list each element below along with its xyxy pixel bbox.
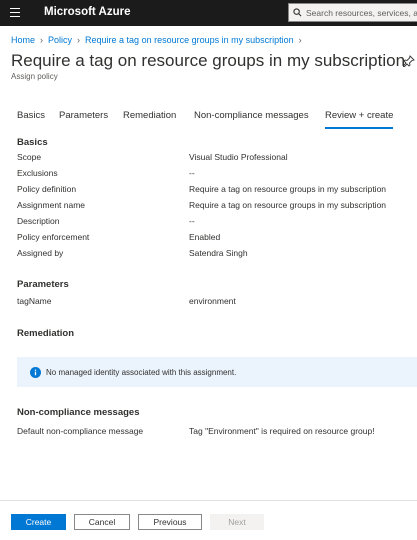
search-icon [293, 8, 302, 17]
tab-review-create[interactable]: Review + create [325, 110, 393, 121]
row-label-default-message: Default non-compliance message [17, 426, 144, 436]
top-bar: Microsoft Azure [0, 0, 417, 26]
row-value-assigned-by: Satendra Singh [189, 248, 248, 258]
row-value-default-message: Tag "Environment" is required on resourc… [189, 426, 375, 436]
row-label-tagname: tagName [17, 296, 52, 306]
section-title-remediation: Remediation [17, 328, 75, 339]
row-label-policy-enforcement: Policy enforcement [17, 232, 90, 242]
tab-basics[interactable]: Basics [17, 110, 45, 121]
row-label-assigned-by: Assigned by [17, 248, 64, 258]
search-input[interactable] [306, 7, 417, 18]
breadcrumb-home[interactable]: Home [11, 35, 35, 45]
brand-title[interactable]: Microsoft Azure [44, 6, 130, 18]
active-tab-indicator [325, 127, 393, 129]
info-icon [30, 366, 41, 378]
breadcrumb-policy-assignment[interactable]: Require a tag on resource groups in my s… [85, 35, 294, 45]
row-value-tagname: environment [189, 296, 236, 306]
tab-remediation[interactable]: Remediation [123, 110, 176, 121]
section-title-parameters: Parameters [17, 279, 69, 290]
chevron-right-icon: › [77, 35, 81, 45]
row-label-exclusions: Exclusions [17, 168, 58, 178]
tab-parameters[interactable]: Parameters [59, 110, 108, 121]
section-title-basics: Basics [17, 137, 48, 148]
previous-button[interactable]: Previous [138, 514, 202, 530]
row-value-exclusions: -- [189, 168, 195, 178]
page-subtitle: Assign policy [11, 72, 58, 81]
chevron-right-icon: › [40, 35, 44, 45]
footer-divider [0, 500, 417, 501]
row-value-assignment-name: Require a tag on resource groups in my s… [189, 200, 387, 210]
row-label-scope: Scope [17, 152, 42, 162]
row-value-scope: Visual Studio Professional [189, 152, 288, 162]
cancel-button[interactable]: Cancel [74, 514, 130, 530]
row-label-policy-definition: Policy definition [17, 184, 77, 194]
row-value-description: -- [189, 216, 195, 226]
breadcrumb-policy[interactable]: Policy [48, 35, 72, 45]
info-message-box: No managed identity associated with this… [17, 357, 417, 387]
next-button: Next [210, 514, 264, 530]
row-value-policy-definition: Require a tag on resource groups in my s… [189, 184, 387, 194]
page-title: Require a tag on resource groups in my s… [11, 51, 406, 70]
global-search[interactable] [288, 3, 417, 22]
row-label-assignment-name: Assignment name [17, 200, 86, 210]
tab-non-compliance-messages[interactable]: Non-compliance messages [194, 110, 309, 121]
hamburger-menu-icon[interactable] [10, 8, 20, 18]
pin-icon[interactable] [403, 55, 415, 67]
section-title-non-compliance: Non-compliance messages [17, 407, 140, 418]
create-button[interactable]: Create [11, 514, 66, 530]
info-message-text: No managed identity associated with this… [46, 367, 237, 377]
row-value-policy-enforcement: Enabled [189, 232, 221, 242]
row-label-description: Description [17, 216, 60, 226]
chevron-right-icon: › [298, 35, 302, 45]
breadcrumb: Home › Policy › Require a tag on resourc… [11, 35, 307, 45]
